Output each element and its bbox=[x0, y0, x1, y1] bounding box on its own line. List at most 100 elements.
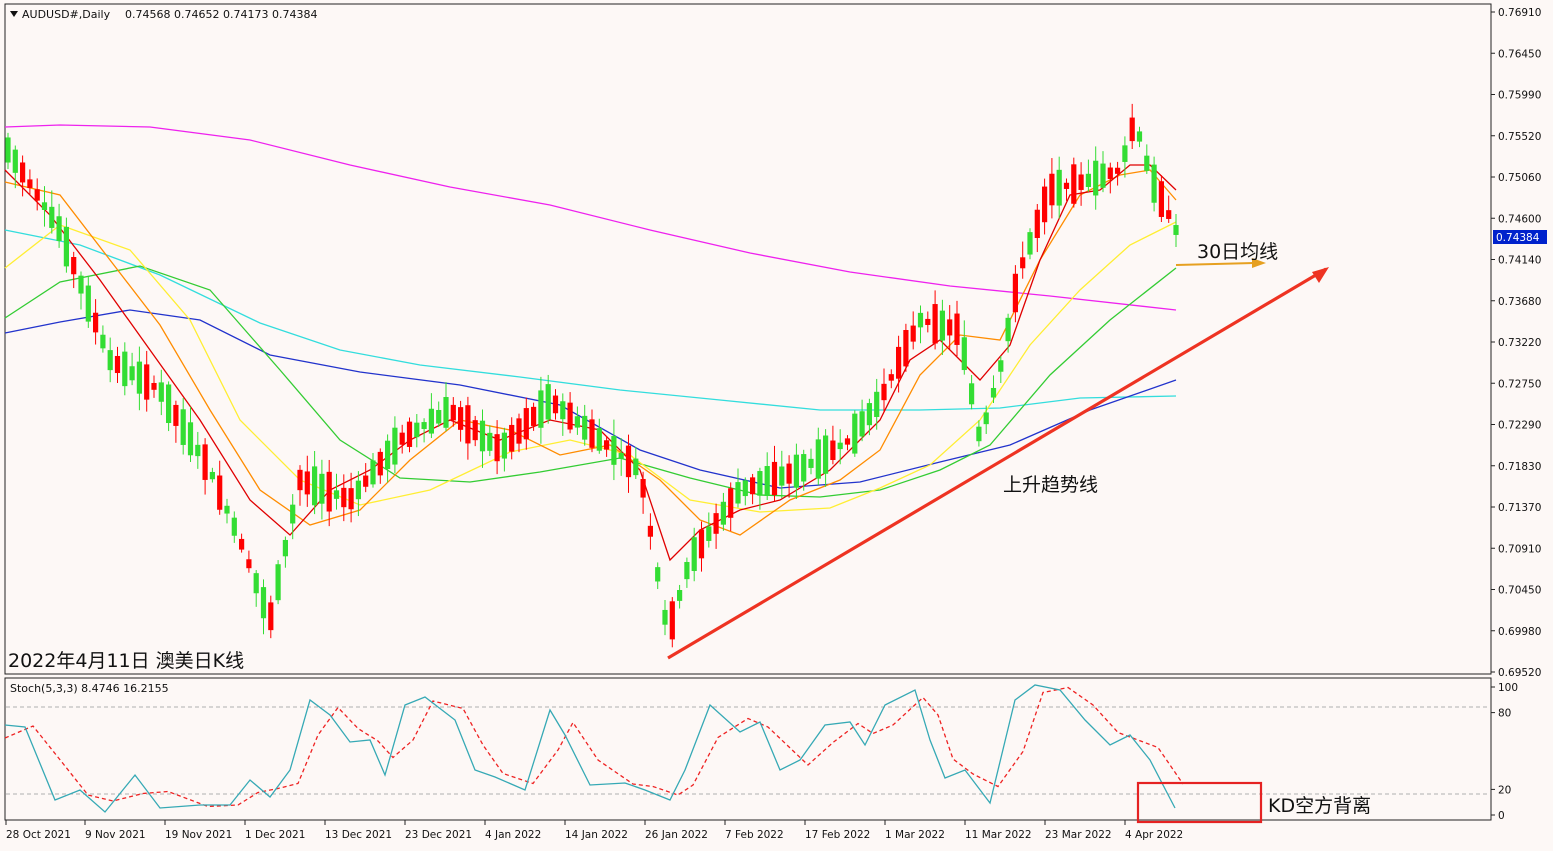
candle-body bbox=[1158, 181, 1164, 217]
candle-body bbox=[1100, 163, 1106, 188]
candle-body bbox=[976, 426, 982, 442]
candle-body bbox=[85, 285, 91, 322]
candle-body bbox=[107, 350, 113, 371]
candle-body bbox=[180, 409, 186, 445]
candle-body bbox=[815, 439, 821, 479]
candle-body bbox=[589, 419, 595, 448]
candle-body bbox=[458, 407, 464, 430]
candle-body bbox=[370, 460, 376, 485]
candle-body bbox=[910, 325, 916, 342]
candle-body bbox=[173, 404, 179, 426]
candle-body bbox=[304, 471, 310, 495]
candle-body bbox=[633, 458, 639, 476]
candle-body bbox=[78, 275, 84, 294]
candle-body bbox=[896, 346, 902, 379]
candle-body bbox=[27, 179, 33, 188]
stoch-axis: 100 80 20 0 bbox=[1491, 682, 1518, 822]
candle-body bbox=[465, 405, 471, 444]
date-tick-label: 7 Feb 2022 bbox=[725, 829, 784, 841]
candle-body bbox=[604, 440, 610, 450]
candle-body bbox=[1166, 210, 1172, 219]
candle-body bbox=[1063, 182, 1070, 189]
candle-body bbox=[217, 475, 223, 510]
candle-body bbox=[1056, 169, 1062, 206]
candle-body bbox=[677, 590, 683, 601]
candle-body bbox=[844, 438, 851, 445]
candle-body bbox=[392, 427, 398, 465]
candle-body bbox=[341, 487, 347, 508]
price-tick-label: 0.74140 bbox=[1498, 255, 1541, 267]
price-tick-label: 0.73220 bbox=[1498, 337, 1541, 349]
candle-body bbox=[728, 488, 734, 518]
candle-body bbox=[669, 601, 675, 640]
candle-body bbox=[326, 471, 332, 512]
candle-body bbox=[187, 422, 194, 456]
candle-body bbox=[830, 440, 836, 460]
price-tick-label: 0.71370 bbox=[1498, 502, 1541, 514]
date-tick-label: 14 Jan 2022 bbox=[565, 829, 628, 841]
candle-body bbox=[63, 226, 69, 267]
candle-body bbox=[969, 383, 975, 405]
candle-body bbox=[684, 561, 690, 580]
date-tick-label: 11 Mar 2022 bbox=[965, 829, 1032, 841]
candle-body bbox=[1078, 174, 1084, 190]
candle-body bbox=[932, 304, 938, 344]
price-tick-label: 0.73680 bbox=[1498, 296, 1541, 308]
candle-body bbox=[837, 442, 843, 450]
chart-caption: 2022年4月11日 澳美日K线 bbox=[8, 650, 244, 672]
candle-body bbox=[560, 401, 566, 420]
candle-body bbox=[472, 420, 478, 441]
candle-body bbox=[750, 477, 756, 495]
date-tick-label: 13 Dec 2021 bbox=[325, 829, 392, 841]
candle-body bbox=[742, 480, 748, 497]
candle-body bbox=[859, 411, 865, 437]
candle-body bbox=[1136, 131, 1143, 142]
candle-body bbox=[779, 466, 785, 486]
candle-body bbox=[239, 538, 245, 550]
candle-body bbox=[290, 504, 296, 524]
candle-body bbox=[662, 609, 668, 625]
current-price-text: 0.74384 bbox=[1496, 232, 1540, 244]
candle-body bbox=[100, 334, 106, 349]
candle-body bbox=[625, 445, 632, 478]
candle-body bbox=[545, 384, 551, 420]
candle-body bbox=[297, 469, 303, 491]
candle-body bbox=[377, 451, 383, 476]
price-tick-label: 0.69520 bbox=[1498, 667, 1541, 679]
candle-body bbox=[114, 355, 121, 374]
divergence-label: KD空方背离 bbox=[1268, 795, 1371, 817]
candle-body bbox=[158, 382, 164, 402]
stoch-header: Stoch(5,3,3) 8.4746 16.2155 bbox=[10, 682, 169, 695]
candle-body bbox=[399, 432, 405, 445]
candle-body bbox=[852, 413, 858, 454]
candle-body bbox=[1071, 164, 1077, 204]
candle-body bbox=[582, 415, 588, 440]
candle-body bbox=[698, 529, 705, 559]
candle-body bbox=[151, 382, 157, 390]
candle-body bbox=[487, 432, 493, 451]
ma30-label: 30日均线 bbox=[1197, 241, 1278, 263]
symbol-header: AUDUSD#,Daily bbox=[22, 8, 111, 21]
candle-body bbox=[516, 418, 522, 444]
candle-body bbox=[647, 525, 653, 537]
trendline-label: 上升趋势线 bbox=[1003, 474, 1098, 496]
price-tick-label: 0.75520 bbox=[1498, 131, 1541, 143]
candle-body bbox=[691, 537, 697, 572]
price-tick-label: 0.71830 bbox=[1498, 461, 1541, 473]
candle-body bbox=[983, 412, 989, 425]
candle-body bbox=[1042, 186, 1048, 223]
date-tick-label: 23 Mar 2022 bbox=[1045, 829, 1112, 841]
candle-body bbox=[246, 559, 252, 569]
date-tick-label: 4 Jan 2022 bbox=[485, 829, 541, 841]
candle-body bbox=[406, 421, 413, 447]
candle-body bbox=[93, 312, 99, 333]
candle-body bbox=[1012, 273, 1018, 313]
date-axis: 28 Oct 2021 9 Nov 2021 19 Nov 2021 1 Dec 20… bbox=[5, 820, 1183, 841]
candle-body bbox=[618, 452, 624, 459]
main-plot-frame bbox=[4, 3, 1492, 675]
candle-body bbox=[260, 587, 267, 619]
price-tick-label: 0.72750 bbox=[1498, 378, 1541, 390]
candle-body bbox=[268, 602, 274, 631]
candle-body bbox=[1034, 209, 1040, 238]
candle-body bbox=[136, 361, 142, 394]
